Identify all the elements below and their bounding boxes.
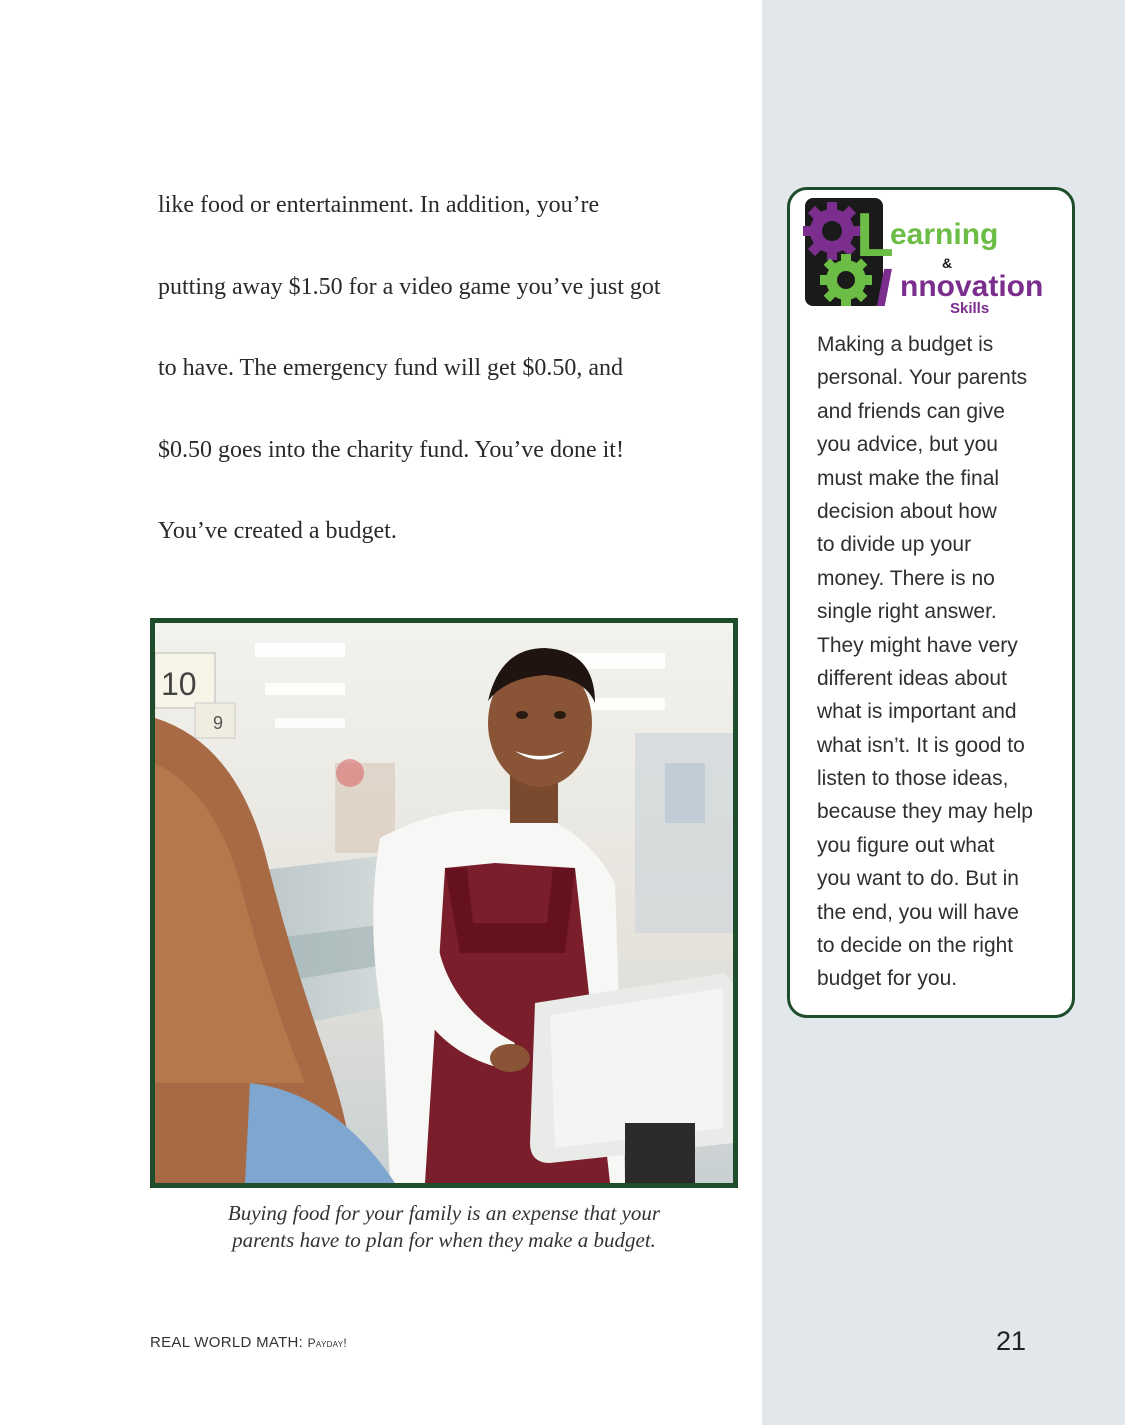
logo-word-learning: earning: [890, 218, 998, 251]
sidebar-line: listen to those ideas,: [817, 767, 1009, 791]
sidebar-line: what isn’t. It is good to: [817, 733, 1025, 757]
logo-letter-i: I: [876, 258, 892, 316]
sidebar-line: you advice, but you: [817, 433, 998, 457]
body-line: to have. The emergency fund will get $0.…: [158, 355, 623, 381]
sidebar-line: because they may help: [817, 800, 1033, 824]
running-footer: REAL WORLD MATH: Payday!: [150, 1334, 347, 1351]
sidebar-line: different ideas about: [817, 666, 1007, 690]
sidebar-line: what is important and: [817, 700, 1017, 724]
caption-line: parents have to plan for when they make …: [232, 1228, 656, 1252]
body-line: putting away $1.50 for a video game you’…: [158, 273, 661, 300]
photo-caption: Buying food for your family is an expens…: [150, 1200, 738, 1254]
page-number: 21: [996, 1326, 1027, 1356]
logo-ampersand: &: [942, 255, 952, 271]
cashier-illustration: 10 9: [155, 623, 733, 1183]
sidebar-line: to decide on the right: [817, 934, 1014, 958]
footer-series: REAL WORLD MATH:: [150, 1334, 304, 1351]
sidebar-paragraph: Making a budget is personal. Your parent…: [817, 328, 1062, 996]
sidebar-line: must make the final: [817, 466, 1000, 490]
sidebar-line: Making a budget is: [817, 333, 994, 356]
footer-book-title: Payday!: [307, 1336, 347, 1350]
body-paragraph: like food or entertainment. In addition,…: [158, 178, 738, 586]
sidebar-line: single right answer.: [817, 600, 997, 624]
sidebar-line: budget for you.: [817, 967, 958, 991]
body-line: You’ve created a budget.: [158, 518, 397, 544]
logo-word-innovation: nnovation: [900, 270, 1043, 303]
sidebar-line: the end, you will have: [817, 900, 1019, 924]
sidebar-line: They might have very: [817, 633, 1018, 657]
sidebar-line: and friends can give: [817, 399, 1005, 423]
aisle-sign-2: 9: [213, 713, 223, 733]
cashier-photo: 10 9: [150, 618, 738, 1188]
caption-line: Buying food for your family is an expens…: [227, 1201, 661, 1225]
body-line: $0.50 goes into the charity fund. You’ve…: [158, 436, 624, 463]
aisle-sign: 10: [161, 666, 197, 702]
sidebar-line: personal. Your parents: [817, 366, 1028, 390]
sidebar-line: money. There is no: [817, 566, 995, 590]
sidebar-line: you figure out what: [817, 833, 995, 857]
sidebar-line: decision about how: [817, 499, 997, 523]
sidebar-line: you want to do. But in: [817, 867, 1019, 891]
learning-innovation-logo: L earning & I nnovation Skills: [803, 198, 1043, 316]
purple-gear-icon: [803, 202, 861, 260]
logo-word-skills: Skills: [950, 300, 989, 316]
body-line: like food or entertainment. In addition,…: [158, 192, 600, 218]
sidebar-line: to divide up your: [817, 533, 972, 557]
